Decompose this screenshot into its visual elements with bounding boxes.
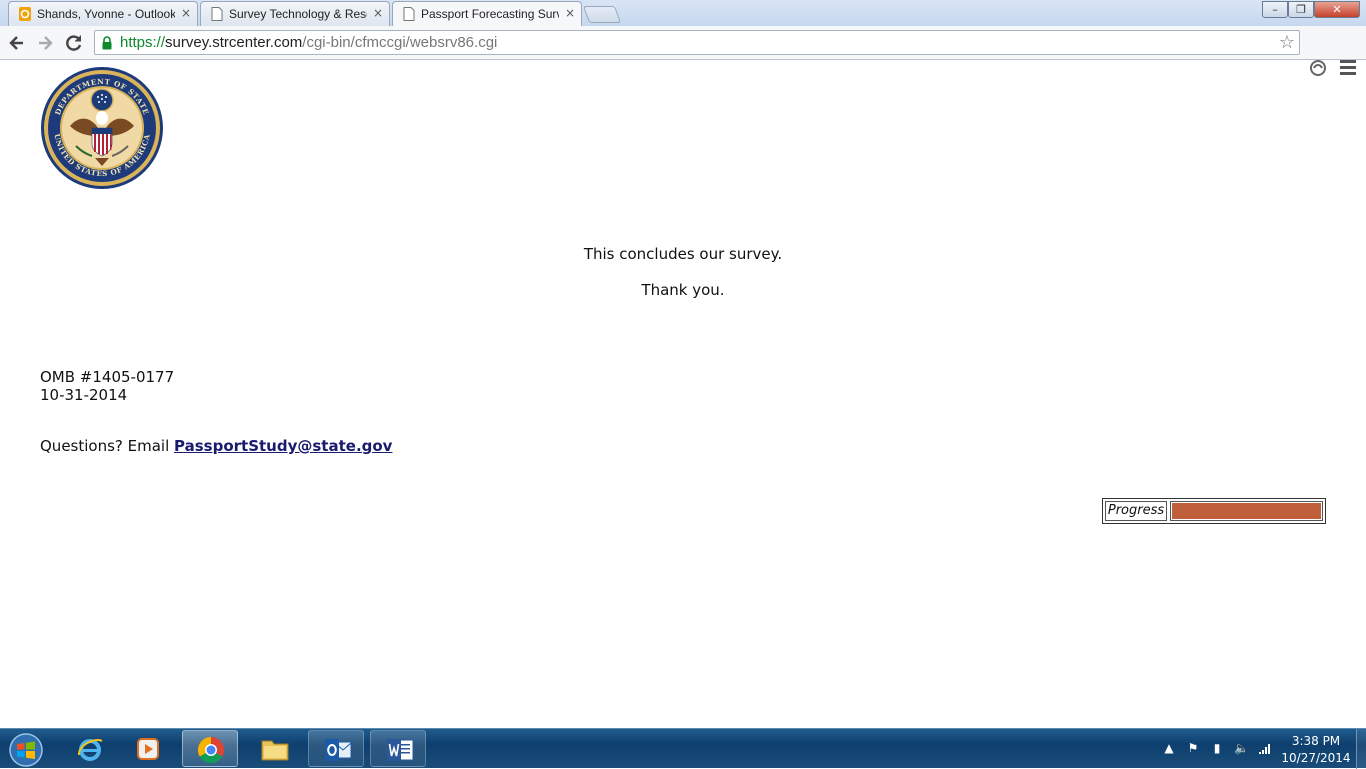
thank-you-message: Thank you. bbox=[641, 281, 725, 299]
page-icon bbox=[211, 7, 223, 21]
tab-passport-forecasting[interactable]: Passport Forecasting Survey × bbox=[392, 1, 582, 26]
taskbar-word[interactable] bbox=[370, 730, 426, 767]
browser-tab-strip: Shands, Yvonne - Outlook × Survey Techno… bbox=[0, 0, 1366, 26]
network-signal-icon[interactable] bbox=[1258, 741, 1272, 755]
back-button[interactable] bbox=[6, 32, 28, 54]
address-bar[interactable]: https://survey.strcenter.com/cgi-bin/cfm… bbox=[94, 30, 1300, 55]
forward-button[interactable] bbox=[34, 32, 56, 54]
browser-toolbar: https://survey.strcenter.com/cgi-bin/cfm… bbox=[0, 26, 1366, 76]
outlook-icon bbox=[19, 7, 31, 21]
back-arrow-icon bbox=[9, 36, 23, 50]
url-host: survey.strcenter.com bbox=[165, 34, 303, 51]
tab-title: Passport Forecasting Survey bbox=[421, 7, 559, 21]
taskbar-internet-explorer[interactable] bbox=[62, 730, 118, 767]
taskbar-chrome[interactable] bbox=[182, 730, 238, 767]
taskbar-file-explorer[interactable] bbox=[246, 730, 302, 767]
contact-email-link[interactable]: PassportStudy@state.gov bbox=[174, 437, 392, 455]
tab-outlook[interactable]: Shands, Yvonne - Outlook × bbox=[8, 1, 198, 26]
forward-arrow-icon bbox=[39, 36, 53, 50]
omb-expiration-date: 10-31-2014 bbox=[40, 386, 128, 404]
minimize-button[interactable]: – bbox=[1262, 1, 1288, 18]
new-tab-button[interactable] bbox=[582, 6, 622, 23]
department-of-state-seal: DEPARTMENT OF STATE UNITED STATES OF AME… bbox=[41, 67, 163, 189]
progress-label: Progress bbox=[1105, 501, 1167, 521]
media-player-icon bbox=[137, 738, 159, 760]
clock-time[interactable]: 3:38 PM bbox=[1281, 734, 1351, 748]
close-window-button[interactable]: ✕ bbox=[1314, 1, 1360, 18]
url-path: /cgi-bin/cfmccgi/websrv86.cgi bbox=[302, 34, 498, 51]
volume-icon[interactable]: 🔈 bbox=[1234, 741, 1249, 755]
omb-number: OMB #1405-0177 bbox=[40, 368, 175, 386]
reload-icon bbox=[66, 35, 82, 51]
bookmark-star-icon[interactable]: ☆ bbox=[1279, 32, 1295, 53]
tab-title: Survey Technology & Research bbox=[229, 7, 367, 21]
action-center-flag-icon[interactable]: ⚑ bbox=[1186, 741, 1200, 755]
windows-start-button[interactable] bbox=[4, 731, 48, 767]
url-text: https://survey.strcenter.com/cgi-bin/cfm… bbox=[120, 34, 497, 51]
tab-survey-technology[interactable]: Survey Technology & Research × bbox=[200, 1, 390, 26]
conclusion-message: This concludes our survey. bbox=[583, 245, 783, 263]
tab-title: Shands, Yvonne - Outlook bbox=[37, 7, 175, 21]
questions-line: Questions? Email PassportStudy@state.gov bbox=[40, 437, 392, 455]
word-icon bbox=[387, 739, 414, 761]
taskbar-outlook[interactable] bbox=[308, 730, 364, 767]
clock-date[interactable]: 10/27/2014 bbox=[1281, 751, 1351, 765]
menu-icon[interactable] bbox=[1340, 60, 1356, 76]
close-tab-icon[interactable]: × bbox=[181, 6, 191, 20]
show-hidden-icons-icon[interactable]: ▲ bbox=[1162, 741, 1176, 755]
lock-icon bbox=[102, 36, 112, 50]
extension-icon[interactable] bbox=[1309, 59, 1327, 77]
questions-prefix: Questions? Email bbox=[40, 437, 175, 455]
page-icon bbox=[403, 7, 415, 21]
windows-taskbar: ▲ ⚑ ▮ 🔈 3:38 PM 10/27/2014 bbox=[0, 728, 1366, 769]
progress-widget: Progress bbox=[1102, 498, 1326, 524]
reload-button[interactable] bbox=[63, 32, 85, 54]
taskbar-media-player[interactable] bbox=[120, 730, 176, 767]
restore-button[interactable]: ❐ bbox=[1288, 1, 1314, 18]
progress-bar-fill bbox=[1172, 503, 1321, 519]
show-desktop-button[interactable] bbox=[1356, 729, 1366, 769]
file-explorer-icon bbox=[261, 740, 289, 761]
close-tab-icon[interactable]: × bbox=[373, 6, 383, 20]
internet-explorer-icon bbox=[78, 739, 103, 761]
power-icon[interactable]: ▮ bbox=[1210, 741, 1224, 755]
progress-bar bbox=[1170, 501, 1323, 521]
url-scheme: https:// bbox=[120, 34, 166, 51]
outlook-icon bbox=[325, 739, 352, 761]
chrome-icon bbox=[197, 736, 225, 764]
close-tab-icon[interactable]: × bbox=[565, 6, 575, 20]
